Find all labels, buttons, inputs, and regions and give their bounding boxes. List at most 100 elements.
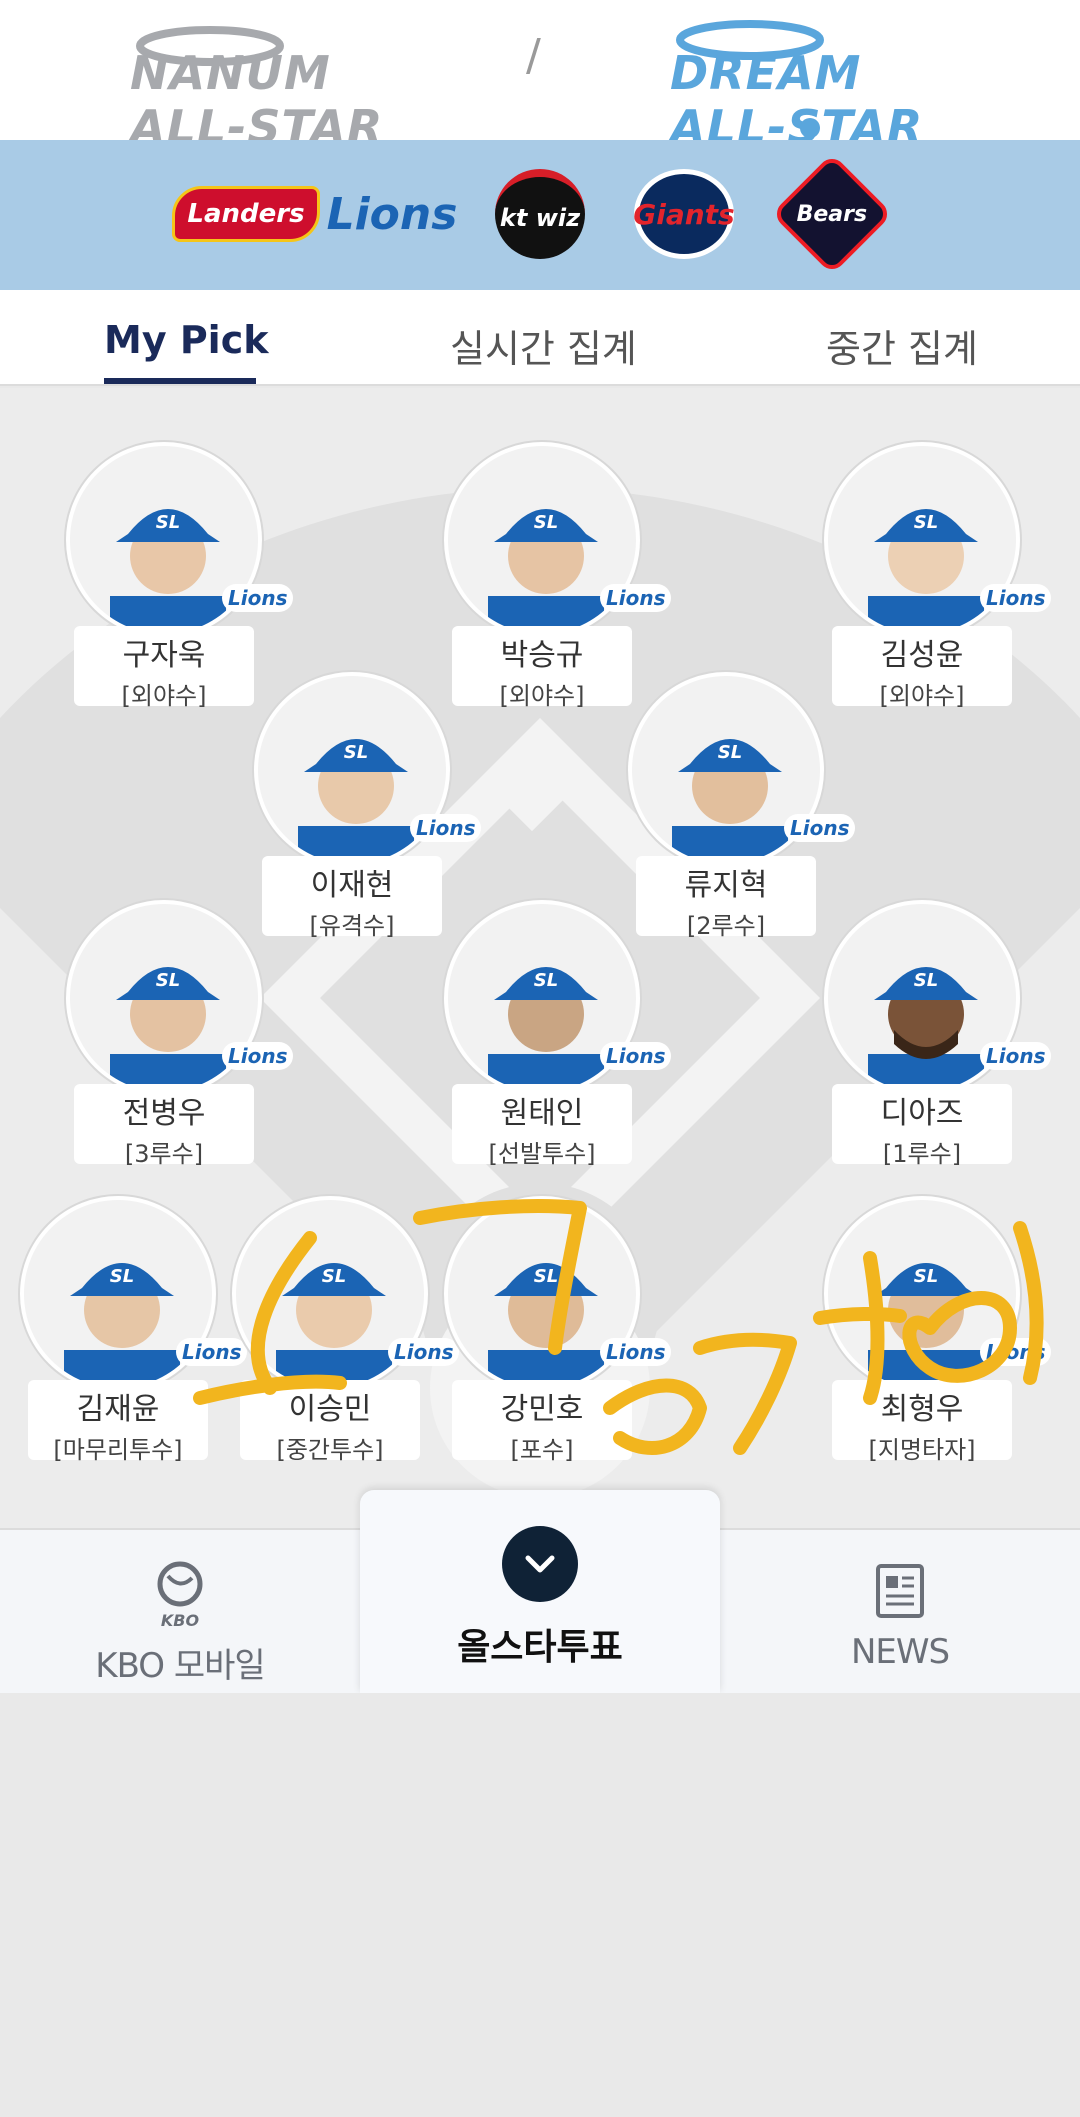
player-card[interactable]: SL Lions 류지혁 [2루수]: [628, 672, 856, 940]
player-card[interactable]: SL Lions 이재현 [유격수]: [254, 672, 482, 940]
team-giants-button[interactable]: Giants: [624, 168, 744, 260]
player-name: 강민호: [500, 1392, 584, 1427]
player-card[interactable]: SL Lions 박승규 [외야수]: [444, 442, 672, 710]
player-nameplate: 강민호 [포수]: [452, 1380, 632, 1464]
lions-badge-icon: Lions: [600, 1042, 672, 1070]
svg-text:SL: SL: [534, 970, 558, 991]
svg-text:SL: SL: [718, 742, 742, 763]
player-position: [외야수]: [879, 682, 965, 710]
vote-label: 올스타투표: [457, 1627, 623, 1668]
player-name: 김재윤: [76, 1392, 160, 1427]
player-position: [2루수]: [686, 912, 766, 940]
player-position: [외야수]: [499, 682, 585, 710]
svg-text:SL: SL: [156, 970, 180, 991]
kbo-logo-icon: KBO: [157, 1561, 203, 1630]
player-name: 원태인: [500, 1096, 584, 1131]
player-position: [마무리투수]: [53, 1436, 183, 1464]
player-card[interactable]: SL Lions 이승민 [중간투수]: [232, 1196, 460, 1464]
lotte-giants-logo-icon: Giants: [633, 169, 735, 259]
team-landers-button[interactable]: Landers: [172, 168, 320, 260]
selected-dot-indicator: [800, 118, 820, 138]
player-nameplate: 김성윤 [외야수]: [832, 626, 1012, 710]
player-nameplate: 이승민 [중간투수]: [240, 1380, 420, 1464]
svg-text:SL: SL: [534, 512, 558, 533]
kt-wiz-logo-icon: kt wiz: [495, 169, 585, 259]
team-logo-bar: Landers Lions kt wiz Giants Bears: [0, 140, 1080, 290]
lions-badge-icon: Lions: [784, 814, 856, 842]
svg-text:KBO: KBO: [161, 1611, 200, 1630]
samsung-lions-logo-icon: Lions: [326, 188, 458, 240]
player-name: 류지혁: [684, 868, 768, 903]
player-nameplate: 박승규 [외야수]: [452, 626, 632, 710]
doosan-bears-logo-icon: Bears: [771, 153, 893, 275]
player-position: [3루수]: [124, 1140, 204, 1168]
lions-badge-icon: Lions: [600, 1338, 672, 1366]
player-position: [중간투수]: [276, 1436, 384, 1464]
player-nameplate: 최형우 [지명타자]: [832, 1380, 1012, 1464]
svg-text:SL: SL: [322, 1266, 346, 1287]
player-card[interactable]: SL Lions 전병우 [3루수]: [66, 900, 294, 1168]
vote-toggle-button[interactable]: [502, 1526, 578, 1602]
svg-text:SL: SL: [914, 512, 938, 533]
player-nameplate: 이재현 [유격수]: [262, 856, 442, 940]
nav-kbo-label: KBO 모바일: [95, 1646, 265, 1686]
lions-badge-icon: Lions: [222, 1042, 294, 1070]
team-ktwiz-button[interactable]: kt wiz: [480, 168, 600, 260]
ssg-landers-logo-icon: Landers: [172, 186, 320, 242]
player-position: [포수]: [510, 1436, 574, 1464]
player-nameplate: 류지혁 [2루수]: [636, 856, 816, 940]
tab-live-count[interactable]: 실시간 집계: [450, 318, 637, 373]
lions-badge-icon: Lions: [222, 584, 294, 612]
all-star-vote-card[interactable]: 올스타투표: [360, 1490, 720, 1693]
svg-text:SL: SL: [156, 512, 180, 533]
baseball-field: SL Lions 구자욱 [외야수] SL Lions 박승규 [외야수] SL…: [0, 388, 1080, 1528]
team-lions-button[interactable]: Lions: [327, 168, 458, 260]
lions-badge-icon: Lions: [410, 814, 482, 842]
player-nameplate: 김재윤 [마무리투수]: [28, 1380, 208, 1464]
player-nameplate: 디아즈 [1루수]: [832, 1084, 1012, 1168]
player-nameplate: 원태인 [선발투수]: [452, 1084, 632, 1168]
empty-lower-area: [0, 1693, 1080, 2117]
player-position: [유격수]: [309, 912, 395, 940]
lions-badge-icon: Lions: [980, 1042, 1052, 1070]
player-nameplate: 전병우 [3루수]: [74, 1084, 254, 1168]
nanum-all-star-logo[interactable]: NANUM ALL-STAR: [120, 20, 420, 154]
active-tab-indicator: [104, 378, 256, 384]
player-name: 구자욱: [122, 638, 206, 673]
player-card[interactable]: SL Lions 디아즈 [1루수]: [824, 900, 1052, 1168]
player-card[interactable]: SL Lions 원태인 [선발투수]: [444, 900, 672, 1168]
nav-kbo-mobile-button[interactable]: KBO KBO 모바일: [60, 1560, 300, 1686]
newspaper-icon: [876, 1564, 924, 1618]
player-name: 이재현: [310, 868, 394, 903]
player-name: 박승규: [500, 638, 584, 673]
player-name: 김성윤: [880, 638, 964, 673]
player-name: 전병우: [122, 1096, 206, 1131]
player-name: 디아즈: [880, 1096, 964, 1131]
nav-news-button[interactable]: NEWS: [780, 1560, 1020, 1680]
chevron-down-icon: [525, 1555, 555, 1573]
dream-all-star-logo[interactable]: DREAM ALL-STAR: [660, 20, 960, 154]
svg-text:SL: SL: [914, 970, 938, 991]
tab-interim-count[interactable]: 중간 집계: [826, 318, 978, 373]
player-position: [1루수]: [882, 1140, 962, 1168]
player-card[interactable]: SL Lions 구자욱 [외야수]: [66, 442, 294, 710]
svg-text:SL: SL: [914, 1266, 938, 1287]
player-position: [선발투수]: [488, 1140, 596, 1168]
nav-news-label: NEWS: [850, 1632, 950, 1672]
player-card[interactable]: SL Lions 김성윤 [외야수]: [824, 442, 1052, 710]
tab-my-pick[interactable]: My Pick: [104, 318, 269, 362]
tab-bar: My Pick 실시간 집계 중간 집계: [0, 290, 1080, 386]
player-card[interactable]: SL Lions 김재윤 [마무리투수]: [20, 1196, 248, 1464]
player-nameplate: 구자욱 [외야수]: [74, 626, 254, 710]
player-name: 최형우: [880, 1392, 964, 1427]
player-card[interactable]: SL Lions 강민호 [포수]: [444, 1196, 672, 1464]
lions-badge-icon: Lions: [980, 584, 1052, 612]
player-card[interactable]: SL Lions 최형우 [지명타자]: [824, 1196, 1052, 1464]
player-position: [외야수]: [121, 682, 207, 710]
team-bears-button[interactable]: Bears: [771, 153, 893, 275]
brand-separator: /: [526, 30, 541, 81]
svg-text:SL: SL: [344, 742, 368, 763]
player-name: 이승민: [288, 1392, 372, 1427]
all-star-header: NANUM ALL-STAR / DREAM ALL-STAR: [0, 0, 1080, 154]
player-position: [지명타자]: [868, 1436, 976, 1464]
